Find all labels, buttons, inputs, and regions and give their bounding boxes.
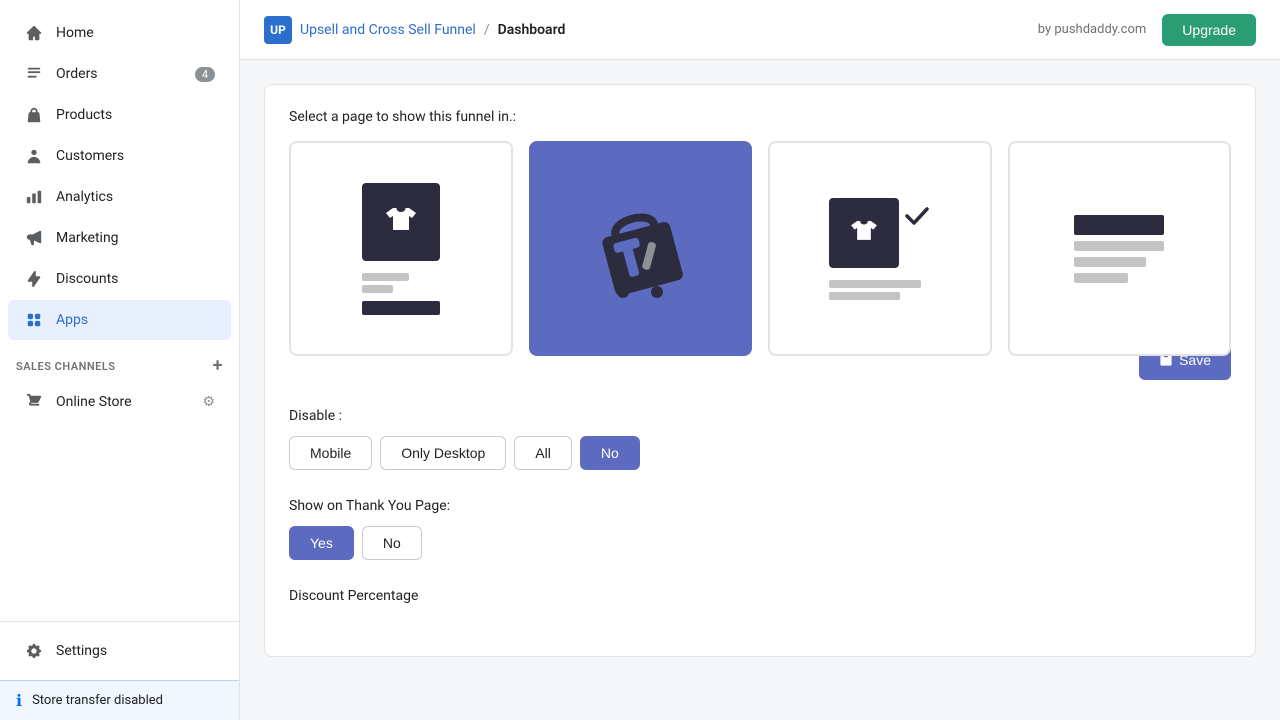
sidebar-item-orders[interactable]: Orders 4 (8, 54, 231, 94)
store-transfer-label: Store transfer disabled (32, 693, 163, 708)
sidebar: Home Orders 4 Products Customers Analy (0, 0, 240, 720)
show-thankyou-label: Show on Thank You Page: (289, 498, 1231, 514)
sidebar-item-products[interactable]: Products (8, 95, 231, 135)
by-text: by pushdaddy.com (1038, 22, 1147, 37)
settings-icon (24, 641, 44, 661)
apps-icon (24, 310, 44, 330)
sidebar-item-orders-label: Orders (56, 66, 183, 82)
online-store-settings-icon[interactable]: ⚙ (202, 394, 215, 410)
sidebar-item-analytics-label: Analytics (56, 189, 215, 205)
marketing-icon (24, 228, 44, 248)
content-area: Select a page to show this funnel in.: (240, 60, 1280, 720)
discounts-icon (24, 269, 44, 289)
sidebar-item-customers[interactable]: Customers (8, 136, 231, 176)
upgrade-button[interactable]: Upgrade (1162, 14, 1256, 46)
show-thankyou-yes-button[interactable]: Yes (289, 526, 354, 560)
page-type-card-cart[interactable] (529, 141, 753, 356)
show-thankyou-btn-group: Yes No (289, 526, 1231, 560)
sidebar-item-marketing[interactable]: Marketing (8, 218, 231, 258)
discount-label: Discount Percentage (289, 588, 1231, 604)
disable-btn-group: Mobile Only Desktop All No (289, 436, 1231, 470)
content-inner: Select a page to show this funnel in.: (264, 84, 1256, 657)
customers-icon (24, 146, 44, 166)
list-line-2 (1074, 257, 1146, 267)
sidebar-item-settings[interactable]: Settings (8, 631, 231, 671)
card-inner-product (362, 183, 440, 315)
card-line-1 (362, 273, 409, 281)
product-card-lines (362, 273, 440, 315)
sidebar-item-discounts-label: Discounts (56, 271, 215, 287)
sidebar-item-analytics[interactable]: Analytics (8, 177, 231, 217)
checkmark-area (903, 202, 931, 234)
breadcrumb-link[interactable]: Upsell and Cross Sell Funnel (300, 22, 476, 38)
card-line-btn (362, 301, 440, 315)
thankyou-shirt-box (829, 198, 899, 268)
page-type-card-thankyou[interactable] (768, 141, 992, 356)
cart-svg (585, 194, 695, 304)
sidebar-item-online-store[interactable]: Online Store ⚙ (8, 382, 231, 422)
breadcrumb-separator: / (484, 22, 490, 38)
list-line-3 (1074, 273, 1128, 283)
sidebar-item-online-store-label: Online Store (56, 394, 190, 410)
home-icon (24, 23, 44, 43)
settings-label: Settings (56, 643, 215, 659)
ty-line-1 (829, 280, 921, 288)
page-selector-section: Select a page to show this funnel in.: (289, 109, 1231, 380)
page-selector-label: Select a page to show this funnel in.: (289, 109, 1231, 125)
page-type-wrapper: Save (289, 141, 1231, 380)
page-type-grid (289, 141, 1231, 356)
disable-section: Disable : Mobile Only Desktop All No (289, 408, 1231, 470)
main-content: UP Upsell and Cross Sell Funnel / Dashbo… (240, 0, 1280, 720)
page-type-card-product[interactable] (289, 141, 513, 356)
thankyou-card-content (829, 198, 931, 268)
list-header-bar (1074, 215, 1164, 235)
breadcrumb-current: Dashboard (498, 22, 566, 38)
product-shirt-box (362, 183, 440, 261)
thankyou-lines (829, 280, 931, 300)
store-transfer-banner: ℹ Store transfer disabled (0, 680, 239, 720)
sidebar-item-customers-label: Customers (56, 148, 215, 164)
list-card-content (1074, 215, 1164, 283)
add-sales-channel-button[interactable]: + (213, 357, 223, 375)
topbar: UP Upsell and Cross Sell Funnel / Dashbo… (240, 0, 1280, 60)
sidebar-item-discounts[interactable]: Discounts (8, 259, 231, 299)
sidebar-item-apps[interactable]: Apps (8, 300, 231, 340)
ty-line-2 (829, 292, 900, 300)
list-line-1 (1074, 241, 1164, 251)
discount-section: Discount Percentage (289, 588, 1231, 604)
info-icon: ℹ (16, 691, 22, 710)
products-icon (24, 105, 44, 125)
sidebar-item-products-label: Products (56, 107, 215, 123)
sales-channels-header: SALES CHANNELS + (0, 341, 239, 381)
sidebar-item-apps-label: Apps (56, 312, 215, 328)
card-line-2 (362, 285, 393, 293)
disable-desktop-button[interactable]: Only Desktop (380, 436, 506, 470)
disable-label: Disable : (289, 408, 1231, 424)
orders-icon (24, 64, 44, 84)
card-inner-cart (585, 194, 695, 304)
card-inner-thankyou (829, 198, 931, 300)
disable-no-button[interactable]: No (580, 436, 640, 470)
analytics-icon (24, 187, 44, 207)
breadcrumb: UP Upsell and Cross Sell Funnel / Dashbo… (264, 16, 565, 44)
show-thankyou-section: Show on Thank You Page: Yes No (289, 498, 1231, 560)
disable-all-button[interactable]: All (514, 436, 572, 470)
app-logo: UP (264, 16, 292, 44)
sidebar-item-home[interactable]: Home (8, 13, 231, 53)
card-inner-list (1074, 215, 1164, 283)
page-type-card-list[interactable] (1008, 141, 1232, 356)
shirt-svg-product (380, 201, 422, 243)
online-store-icon (24, 392, 44, 412)
orders-badge: 4 (195, 67, 215, 82)
sidebar-item-marketing-label: Marketing (56, 230, 215, 246)
shirt-svg-thankyou (846, 215, 882, 251)
check-svg (903, 202, 931, 230)
disable-mobile-button[interactable]: Mobile (289, 436, 372, 470)
show-thankyou-no-button[interactable]: No (362, 526, 422, 560)
sidebar-item-home-label: Home (56, 25, 215, 41)
